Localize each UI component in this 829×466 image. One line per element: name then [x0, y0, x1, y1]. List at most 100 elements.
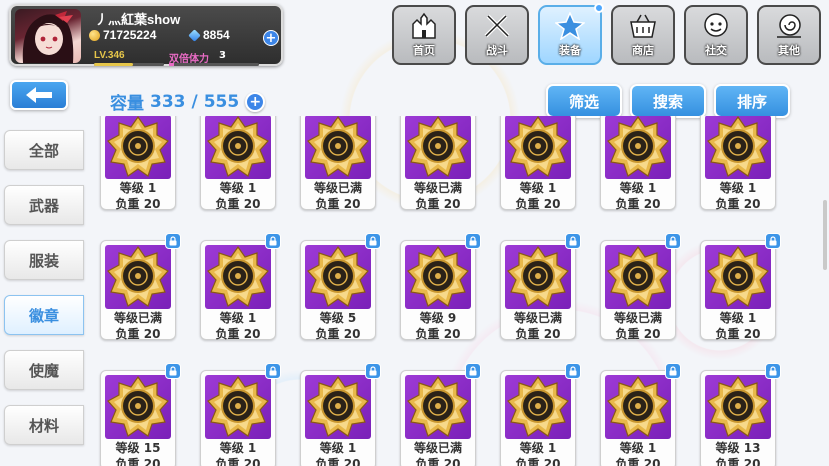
lock-icon[interactable]	[165, 363, 181, 379]
player-avatar[interactable]	[15, 9, 81, 63]
badge-card[interactable]: 等级 1 负重 20	[200, 363, 281, 466]
badge-card[interactable]: 等级 1 负重 20	[200, 233, 281, 341]
tab-costumes[interactable]: 服装	[4, 240, 84, 280]
badge-art	[305, 375, 371, 439]
badge-level: 等级 1	[219, 311, 257, 325]
badge-card[interactable]: 等级 1 负重 20	[600, 363, 681, 466]
stamina-progress-bar	[169, 63, 259, 66]
badge-art	[305, 116, 371, 179]
lock-icon[interactable]	[565, 363, 581, 379]
capacity-separator: /	[191, 91, 198, 112]
badge-art	[705, 245, 771, 309]
badge-art	[705, 375, 771, 439]
back-button[interactable]	[10, 80, 68, 110]
lock-icon[interactable]	[565, 233, 581, 249]
badge-card[interactable]: 等级 1 负重 20	[700, 233, 781, 341]
badge-art	[305, 245, 371, 309]
coin-icon	[89, 29, 100, 41]
lock-icon[interactable]	[265, 363, 281, 379]
badge-weight: 负重 20	[315, 457, 361, 466]
badge-weight: 负重 20	[715, 197, 761, 211]
tab-badges[interactable]: 徽章	[4, 295, 84, 335]
castle-icon	[412, 12, 436, 39]
player-profile-panel[interactable]: 丿灬紅葉show 71725224 8854 + LV.346 双倍体力 3	[9, 4, 283, 66]
badge-card[interactable]: 等级 1 负重 20	[600, 116, 676, 211]
badge-level: 等级 1	[719, 311, 757, 325]
tab-weapons[interactable]: 武器	[4, 185, 84, 225]
badge-weight: 负重 20	[215, 197, 261, 211]
expand-capacity-button[interactable]: +	[245, 91, 266, 112]
lock-icon[interactable]	[365, 363, 381, 379]
badge-level: 等级 1	[619, 441, 657, 455]
inventory-actions: 筛选 搜索 排序	[546, 84, 790, 118]
add-gems-button[interactable]: +	[263, 30, 279, 46]
lock-icon[interactable]	[665, 363, 681, 379]
badge-card[interactable]: 等级已满 负重 20	[600, 233, 681, 341]
badge-art	[105, 116, 171, 179]
badge-weight: 负重 20	[115, 457, 161, 466]
lock-icon[interactable]	[765, 233, 781, 249]
badge-card[interactable]: 等级 15 负重 20	[100, 363, 181, 466]
badge-card[interactable]: 等级 1 负重 20	[200, 116, 276, 211]
lock-icon[interactable]	[465, 363, 481, 379]
badge-weight: 负重 20	[715, 457, 761, 466]
badge-level: 等级已满	[113, 311, 162, 325]
scrollbar[interactable]	[823, 200, 827, 270]
nav-social-button[interactable]: 社交	[684, 5, 748, 65]
nav-home-button[interactable]: 首页	[392, 5, 456, 65]
badge-card[interactable]: 等级 1 负重 20	[500, 363, 581, 466]
badge-art	[405, 375, 471, 439]
lock-icon[interactable]	[665, 233, 681, 249]
nav-battle-button[interactable]: 战斗	[465, 5, 529, 65]
capacity-current: 333	[150, 91, 186, 112]
snail-icon	[777, 14, 801, 38]
badge-card[interactable]: 等级已满 负重 20	[500, 233, 581, 341]
badge-level: 等级 1	[519, 441, 557, 455]
filter-button[interactable]: 筛选	[546, 84, 622, 118]
badge-level: 等级已满	[413, 441, 462, 455]
tab-familiars[interactable]: 使魔	[4, 350, 84, 390]
gem-value: 8854	[203, 28, 230, 42]
nav-other-button[interactable]: 其他	[757, 5, 821, 65]
badge-inventory-grid[interactable]: 等级 1 负重 20 等级 1 负重 20 等级已满 负重 20 等级已满 负重…	[88, 116, 814, 466]
badge-card[interactable]: 等级 1 负重 20	[300, 363, 381, 466]
badge-card[interactable]: 等级 1 负重 20	[100, 116, 176, 211]
badge-card[interactable]: 等级已满 负重 20	[100, 233, 181, 341]
tab-all[interactable]: 全部	[4, 130, 84, 170]
lock-icon[interactable]	[365, 233, 381, 249]
shop-basket-icon	[630, 14, 656, 38]
badge-weight: 负重 20	[515, 327, 561, 341]
top-navigation: 首页 战斗 装备 商店 社交 其他	[392, 3, 821, 65]
badge-level: 等级 1	[719, 181, 757, 195]
badge-level: 等级 1	[519, 181, 557, 195]
badge-card[interactable]: 等级已满 负重 20	[400, 363, 481, 466]
lock-icon[interactable]	[165, 233, 181, 249]
gem-counter: 8854	[188, 28, 230, 42]
search-button[interactable]: 搜索	[630, 84, 706, 118]
badge-card[interactable]: 等级 5 负重 20	[300, 233, 381, 341]
chat-face-icon	[704, 13, 728, 37]
player-level: LV.346	[94, 50, 125, 61]
tab-materials[interactable]: 材料	[4, 405, 84, 445]
capacity-label: 容量	[110, 94, 144, 114]
badge-level: 等级 13	[715, 441, 761, 455]
lock-icon[interactable]	[265, 233, 281, 249]
badge-art	[105, 375, 171, 439]
badge-level: 等级 1	[319, 441, 357, 455]
badge-card[interactable]: 等级 1 负重 20	[700, 116, 776, 211]
nav-equipment-button[interactable]: 装备	[538, 3, 604, 65]
badge-card[interactable]: 等级已满 负重 20	[400, 116, 476, 211]
badge-card[interactable]: 等级 1 负重 20	[500, 116, 576, 211]
badge-card[interactable]: 等级已满 负重 20	[300, 116, 376, 211]
nav-home-label: 首页	[413, 44, 435, 57]
notification-dot	[594, 3, 604, 13]
badge-level: 等级 5	[319, 311, 357, 325]
badge-card[interactable]: 等级 9 负重 20	[400, 233, 481, 341]
nav-shop-button[interactable]: 商店	[611, 5, 675, 65]
lock-icon[interactable]	[465, 233, 481, 249]
player-name: 丿灬紅葉show	[95, 12, 181, 27]
badge-card[interactable]: 等级 13 负重 20	[700, 363, 781, 466]
lock-icon[interactable]	[765, 363, 781, 379]
badge-art	[605, 116, 671, 179]
sort-button[interactable]: 排序	[714, 84, 790, 118]
